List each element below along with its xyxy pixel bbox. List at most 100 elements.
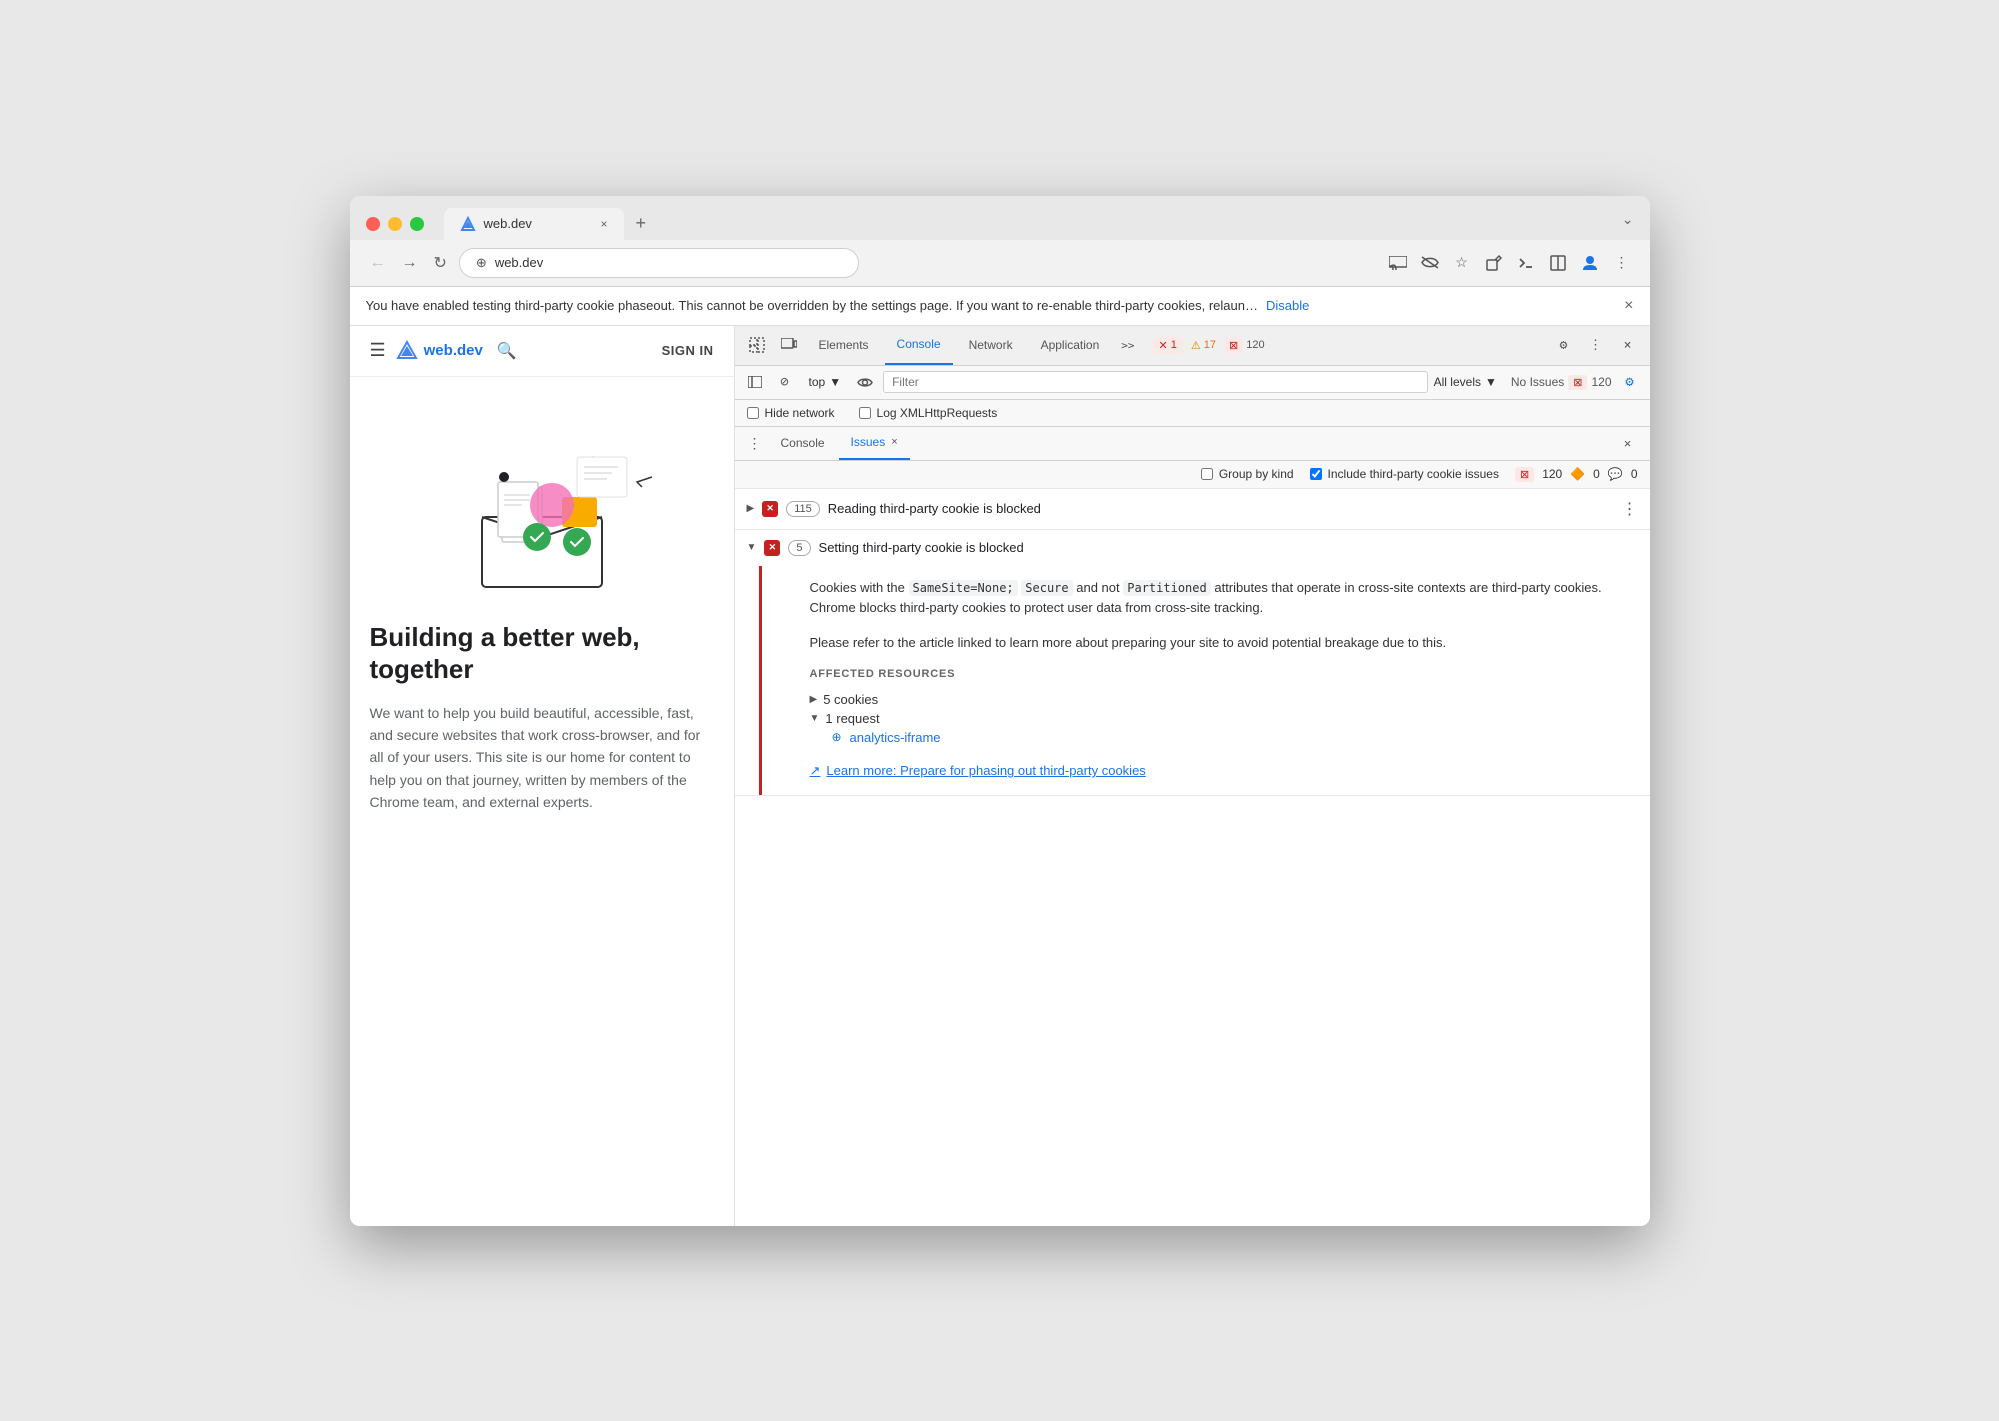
issue-title-setting: Setting third-party cookie is blocked	[819, 540, 1638, 555]
minimize-button[interactable]	[388, 217, 402, 231]
console-settings-icon[interactable]: ⚙	[1618, 370, 1642, 394]
browser-menu-icon[interactable]: ⋮	[1610, 251, 1634, 275]
hero-title: Building a better web, together	[370, 621, 714, 686]
context-dropdown-icon: ▼	[829, 375, 841, 389]
issue-row-reading: ▶ ✕ 115 Reading third-party cookie is bl…	[735, 489, 1650, 530]
responsive-view-icon[interactable]	[775, 331, 803, 359]
error-badge: ✕ 1	[1153, 337, 1183, 354]
resource-cookies[interactable]: ▶ 5 cookies	[810, 690, 1634, 709]
profile-icon[interactable]	[1578, 251, 1602, 275]
tab-close-icon[interactable]: ×	[600, 217, 607, 231]
reload-button[interactable]: ↻	[430, 249, 451, 277]
forward-button[interactable]: →	[398, 250, 422, 276]
issue-expand-icon[interactable]: ▶	[747, 503, 755, 514]
log-xhr-text: Log XMLHttpRequests	[877, 406, 998, 420]
website-body: Building a better web, together We want …	[350, 377, 734, 1226]
group-by-kind-label[interactable]: Group by kind	[1201, 467, 1294, 481]
devtools-topbar: Elements Console Network Application >> …	[735, 326, 1650, 366]
resource-analytics-iframe[interactable]: ⊕ analytics-iframe	[830, 728, 1634, 747]
include-third-party-label[interactable]: Include third-party cookie issues	[1310, 467, 1499, 481]
hamburger-menu-icon[interactable]: ☰	[370, 340, 386, 361]
hero-illustration-svg	[422, 397, 662, 597]
filter-input[interactable]	[883, 371, 1428, 393]
issues-info-count: 0	[1631, 467, 1638, 481]
issue-header-reading[interactable]: ▶ ✕ 115 Reading third-party cookie is bl…	[735, 489, 1650, 529]
info-bar-disable-link[interactable]: Disable	[1266, 298, 1309, 313]
devtools-topbar-right: ⚙ ⋮ ×	[1550, 331, 1642, 359]
cast-icon[interactable]	[1386, 251, 1410, 275]
devtools-badges: ✕ 1 ⚠ 17 ⊠ 120	[1153, 337, 1265, 354]
issue-header-setting[interactable]: ▼ ✕ 5 Setting third-party cookie is bloc…	[735, 530, 1650, 566]
star-icon[interactable]: ☆	[1450, 251, 1474, 275]
hero-desc: We want to help you build beautiful, acc…	[370, 702, 714, 814]
resource-request-children: ⊕ analytics-iframe	[830, 728, 1634, 747]
subtab-issues[interactable]: Issues ×	[839, 426, 910, 460]
new-tab-button[interactable]: +	[624, 209, 659, 238]
log-xhr-label[interactable]: Log XMLHttpRequests	[859, 406, 998, 420]
devtools-close-icon[interactable]: ×	[1614, 331, 1642, 359]
tab-favicon-icon	[460, 216, 476, 232]
issues-toolbar: Group by kind Include third-party cookie…	[735, 461, 1650, 489]
site-logo-text: web.dev	[424, 342, 483, 359]
info-icon: ⊠	[1224, 338, 1243, 353]
include-third-party-checkbox[interactable]	[1310, 468, 1322, 480]
issue-expand-icon-2[interactable]: ▼	[747, 542, 757, 553]
resource-expand-icon-2: ▼	[810, 713, 820, 724]
tab-elements[interactable]: Elements	[807, 325, 881, 365]
issue-menu-icon[interactable]: ⋮	[1622, 499, 1638, 519]
sidebar-toggle-icon[interactable]	[743, 370, 767, 394]
devtools-more-icon[interactable]: ⋮	[1582, 331, 1610, 359]
devtools-icon[interactable]	[1514, 251, 1538, 275]
sign-in-button[interactable]: SIGN IN	[662, 343, 714, 358]
iframe-icon: ⊕	[830, 730, 844, 744]
website-panel: ☰ web.dev 🔍 SIGN IN	[350, 326, 735, 1226]
issues-error-icon: ⊠	[1515, 467, 1534, 482]
info-bar-close-icon[interactable]: ×	[1624, 297, 1633, 315]
devtools-subtabs: ⋮ Console Issues × ×	[735, 427, 1650, 461]
subtab-console[interactable]: Console	[769, 426, 837, 460]
chevron-down-icon: ⌄	[1622, 211, 1634, 227]
learn-more-text: Learn more: Prepare for phasing out thir…	[826, 763, 1145, 778]
inspect-element-icon[interactable]	[743, 331, 771, 359]
subtabs-menu-icon[interactable]: ⋮	[743, 431, 767, 455]
context-selector[interactable]: top ▼	[803, 373, 848, 391]
split-view-icon[interactable]	[1546, 251, 1570, 275]
subtab-issues-close-icon[interactable]: ×	[891, 436, 897, 448]
issues-content: ▶ ✕ 115 Reading third-party cookie is bl…	[735, 489, 1650, 1226]
back-button[interactable]: ←	[366, 250, 390, 276]
main-content: ☰ web.dev 🔍 SIGN IN	[350, 326, 1650, 1226]
close-button[interactable]	[366, 217, 380, 231]
block-icon[interactable]: ⊘	[773, 370, 797, 394]
issue-body-setting: Cookies with the SameSite=None; Secure a…	[759, 566, 1650, 795]
maximize-button[interactable]	[410, 217, 424, 231]
hide-network-checkbox[interactable]	[747, 407, 759, 419]
hide-network-label[interactable]: Hide network	[747, 406, 835, 420]
levels-selector[interactable]: All levels ▼	[1434, 375, 1497, 389]
webdev-logo-icon	[396, 340, 418, 362]
log-xhr-checkbox[interactable]	[859, 407, 871, 419]
group-by-kind-checkbox[interactable]	[1201, 468, 1213, 480]
traffic-lights	[366, 217, 424, 231]
issue-error-icon: ✕	[762, 501, 778, 517]
learn-more-link[interactable]: ↗ Learn more: Prepare for phasing out th…	[810, 763, 1634, 779]
eye-icon[interactable]	[853, 370, 877, 394]
window-controls[interactable]: ⌄	[1622, 211, 1634, 236]
search-icon[interactable]: 🔍	[497, 341, 517, 361]
browser-tab[interactable]: web.dev ×	[444, 208, 624, 240]
hide-network-text: Hide network	[765, 406, 835, 420]
address-input[interactable]: ⊕ web.dev	[459, 248, 859, 278]
security-icon: ⊕	[476, 255, 487, 271]
tab-console[interactable]: Console	[885, 325, 953, 365]
devtools-settings-icon[interactable]: ⚙	[1550, 331, 1578, 359]
issue-error-icon-2: ✕	[764, 540, 780, 556]
eye-off-icon[interactable]	[1418, 251, 1442, 275]
subtabs-close-icon[interactable]: ×	[1614, 429, 1642, 457]
tab-application[interactable]: Application	[1029, 325, 1112, 365]
tab-network[interactable]: Network	[957, 325, 1025, 365]
extensions-icon[interactable]	[1482, 251, 1506, 275]
resource-request[interactable]: ▼ 1 request	[810, 709, 1634, 728]
issue-title-reading: Reading third-party cookie is blocked	[828, 501, 1614, 516]
more-tabs-button[interactable]: >>	[1115, 339, 1140, 352]
issues-warn-icon: 🔶	[1570, 467, 1585, 481]
issues-badges: ⊠ 120 🔶 0 💬 0	[1515, 467, 1638, 482]
